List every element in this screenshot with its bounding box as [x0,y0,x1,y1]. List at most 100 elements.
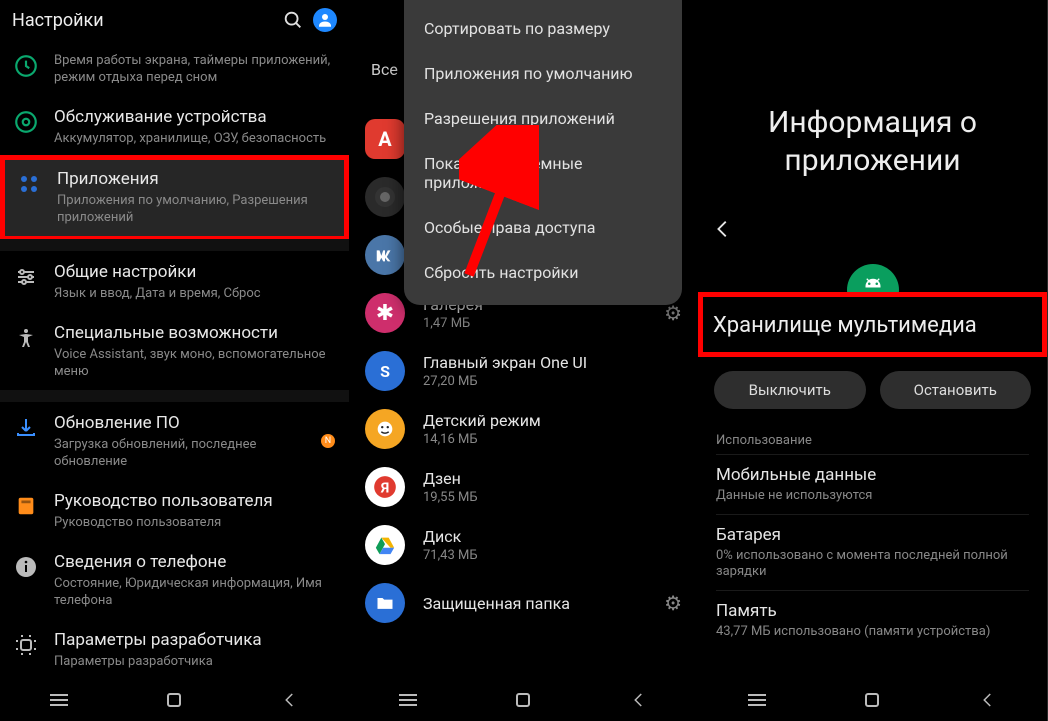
search-icon[interactable] [281,8,305,32]
settings-row-device-care[interactable]: Обслуживание устройства Аккумулятор, хра… [0,96,349,157]
row-subtitle: 0% использовано с момента последней полн… [716,548,1029,580]
row-subtitle: Параметры разработчика [54,653,335,670]
nav-home-icon[interactable] [167,693,181,707]
apps-icon [15,170,43,198]
zen-icon: Я [365,467,405,507]
row-subtitle: Время работы экрана, таймеры приложений,… [54,52,335,86]
force-stop-button[interactable]: Остановить [880,371,1032,409]
phone-screen-settings: Настройки Время работы экрана, таймеры п… [0,0,349,721]
nav-recent-icon[interactable] [748,694,766,706]
row-subtitle: Данные не используются [716,488,1029,504]
app-size: 19,55 МБ [423,490,682,505]
gallery-icon: ✱ [365,293,405,333]
usage-row-storage[interactable]: Память 43,77 МБ использовано (памяти уст… [716,590,1029,650]
nav-recent-icon[interactable] [399,694,417,706]
row-title: Память [716,601,1029,621]
app-name: Защищенная папка [423,594,646,613]
usage-row-battery[interactable]: Батарея 0% использовано с момента послед… [716,514,1029,590]
row-title: Приложения [57,168,334,190]
row-title: Специальные возможности [54,322,335,344]
menu-item-special-access[interactable]: Особые права доступа [404,205,682,250]
row-title: Мобильные данные [716,465,1029,485]
disable-button[interactable]: Выключить [714,371,866,409]
settings-row-general[interactable]: Общие настройки Язык и ввод, Дата и врем… [0,251,349,312]
app-icon [365,177,405,217]
nav-back-icon[interactable] [979,691,997,709]
settings-row-user-manual[interactable]: Руководство пользователя Руководство пол… [0,480,349,541]
app-row-secure-folder[interactable]: Защищенная папка ⚙ [349,574,698,632]
phone-screen-app-info: Информация о приложении Хранилище мульти… [698,0,1047,721]
row-title: Сведения о телефоне [54,551,335,573]
nav-bar [349,679,698,721]
info-icon [12,553,40,581]
vk-icon [365,235,405,275]
menu-item-reset[interactable]: Сбросить настройки [404,250,682,295]
avatar-icon[interactable] [313,8,337,32]
menu-item-permissions[interactable]: Разрешения приложений [404,96,682,141]
overflow-menu: Сортировать по размеру Приложения по умо… [404,0,682,305]
app-row-zen[interactable]: Я Дзен 19,55 МБ [349,458,698,516]
row-subtitle: Приложения по умолчанию, Разрешения прил… [57,192,334,226]
settings-row-apps[interactable]: Приложения Приложения по умолчанию, Разр… [0,155,349,241]
app-name: Детский режим [423,411,682,430]
app-name: Дзен [423,469,682,488]
row-title: Руководство пользователя [54,490,335,512]
app-size: 1,47 МБ [423,316,646,331]
folder-icon [365,583,405,623]
row-subtitle: 43,77 МБ использовано (памяти устройства… [716,624,1029,640]
settings-row-digital-wellbeing[interactable]: Время работы экрана, таймеры приложений,… [0,40,349,96]
menu-item-default-apps[interactable]: Приложения по умолчанию [404,51,682,96]
svg-text:Я: Я [380,480,389,496]
oneui-icon: S [365,351,405,391]
row-subtitle: Аккумулятор, хранилище, ОЗУ, безопасност… [54,130,335,147]
nav-back-icon[interactable] [630,691,648,709]
nav-bar [698,679,1047,721]
settings-row-developer-options[interactable]: Параметры разработчика Параметры разрабо… [0,619,349,680]
settings-row-accessibility[interactable]: Специальные возможности Voice Assistant,… [0,312,349,390]
nav-home-icon[interactable] [516,693,530,707]
sliders-icon [12,263,40,291]
settings-row-about-phone[interactable]: Сведения о телефоне Состояние, Юридическ… [0,541,349,619]
row-subtitle: Voice Assistant, звук моно, вспомогатель… [54,346,335,380]
app-row-oneui[interactable]: S Главный экран One UI 27,20 МБ [349,342,698,400]
app-size: 14,16 МБ [423,432,682,447]
row-subtitle: Загрузка обновлений, последнее обновлени… [54,436,307,470]
app-name: Главный экран One UI [423,353,682,372]
row-title: Батарея [716,525,1029,545]
notification-badge: N [321,434,335,448]
row-title: Общие настройки [54,261,335,283]
device-care-icon [12,108,40,136]
update-icon [12,414,40,442]
accessibility-icon [12,324,40,352]
kids-icon [365,409,405,449]
menu-item-show-system[interactable]: Показать системные приложения [404,141,682,205]
back-icon[interactable] [712,218,734,240]
nav-back-icon[interactable] [281,691,299,709]
app-info-header: Информация о приложении [698,0,1047,200]
app-row-kids[interactable]: Детский режим 14,16 МБ [349,400,698,458]
app-row-drive[interactable]: Диск 71,43 МБ [349,516,698,574]
clock-icon [12,52,40,80]
nav-home-icon[interactable] [865,693,879,707]
row-subtitle: Язык и ввод, Дата и время, Сброс [54,285,335,302]
app-name: Диск [423,527,682,546]
section-divider [0,390,349,402]
nav-recent-icon[interactable] [50,694,68,706]
drive-icon [365,525,405,565]
app-name-highlight: Хранилище мультимедиа [698,292,1047,357]
gear-icon[interactable]: ⚙ [664,591,682,615]
settings-row-software-update[interactable]: Обновление ПО Загрузка обновлений, после… [0,402,349,480]
app-size: 71,43 МБ [423,548,682,563]
row-title: Обновление ПО [54,412,307,434]
menu-item-sort[interactable]: Сортировать по размеру [404,6,682,51]
phone-screen-apps-list: Все А ВКонтакте 1,47 МБ ✱ Галерея [349,0,698,721]
header: Настройки [0,0,349,40]
app-size: 27,20 МБ [423,374,682,389]
book-icon [12,492,40,520]
app-icon: А [365,119,405,159]
filter-all[interactable]: Все [371,60,398,79]
usage-row-mobile-data[interactable]: Мобильные данные Данные не используются [716,454,1029,514]
row-subtitle: Состояние, Юридическая информация, Имя т… [54,575,335,609]
section-divider [0,239,349,251]
row-title: Обслуживание устройства [54,106,335,128]
